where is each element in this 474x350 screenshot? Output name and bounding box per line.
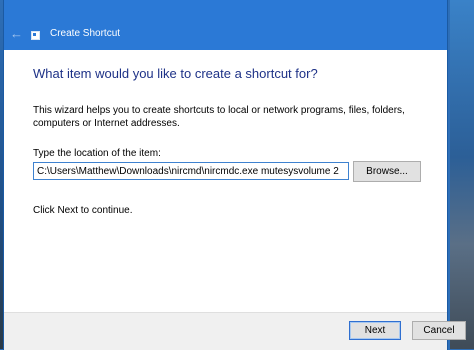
window-title: Create Shortcut <box>50 28 121 39</box>
create-shortcut-window: ← Create Shortcut What item would you li… <box>4 0 447 349</box>
location-input[interactable] <box>33 162 349 180</box>
shortcut-app-icon <box>31 31 40 40</box>
location-label: Type the location of the item: <box>33 148 161 159</box>
page-heading: What item would you like to create a sho… <box>33 66 318 81</box>
cancel-button[interactable]: Cancel <box>412 321 466 340</box>
desktop-background-right <box>450 0 474 349</box>
titlebar: ← Create Shortcut <box>4 0 447 50</box>
wizard-footer: Next Cancel <box>4 312 466 350</box>
browse-button[interactable]: Browse... <box>353 161 421 182</box>
wizard-description: This wizard helps you to create shortcut… <box>33 105 405 129</box>
back-arrow-icon[interactable]: ← <box>10 27 24 41</box>
next-button[interactable]: Next <box>349 321 401 340</box>
continue-hint: Click Next to continue. <box>33 205 133 216</box>
